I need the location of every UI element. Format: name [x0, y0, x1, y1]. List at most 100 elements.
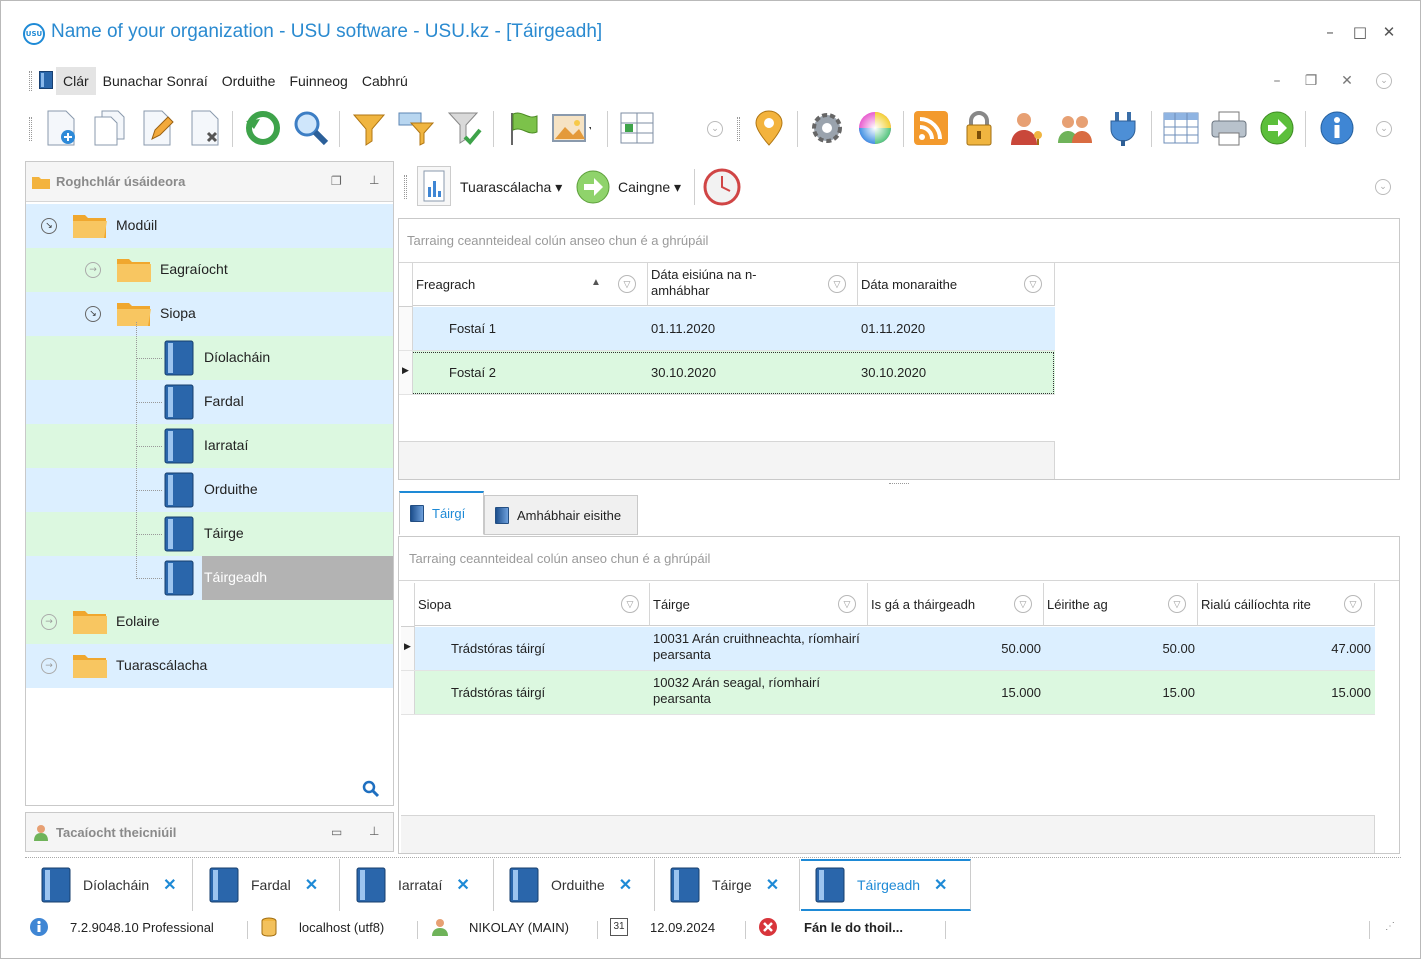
mdi-close-button[interactable]: ✕ [1337, 71, 1357, 91]
tree-item-modules[interactable]: ↘ Modúil [26, 204, 393, 248]
tree-item-directory[interactable]: → Eolaire [26, 600, 393, 644]
tree-item-shop[interactable]: ↘ Siopa [26, 292, 393, 336]
panel-restore-icon[interactable]: ▭ [331, 825, 342, 839]
close-tab-icon[interactable]: ✕ [766, 875, 779, 895]
tree-item-reports[interactable]: → Tuarascálacha [26, 644, 393, 688]
expand-icon[interactable]: → [85, 262, 101, 278]
filter-icon[interactable]: ▽ [828, 275, 846, 293]
filter-icon[interactable]: ▽ [618, 275, 636, 293]
location-button[interactable] [749, 107, 789, 149]
panel-restore-icon[interactable]: ❐ [331, 174, 342, 188]
mdi-restore-button[interactable]: ❐ [1301, 71, 1321, 91]
user-button[interactable] [1007, 107, 1047, 149]
table-row-selected[interactable]: ▶ Fostaí 2 30.10.2020 30.10.2020 [399, 351, 1055, 395]
lock-button[interactable] [959, 107, 999, 149]
color-button[interactable] [855, 107, 895, 149]
close-tab-icon[interactable]: ✕ [456, 875, 469, 895]
expand-icon[interactable]: → [41, 658, 57, 674]
splitter-handle[interactable] [889, 483, 909, 486]
table-row[interactable]: Fostaí 1 01.11.2020 01.11.2020 [399, 307, 1055, 351]
toolbar-expand-icon[interactable]: ⌄ [707, 121, 723, 137]
menu-database[interactable]: Bunachar Sonraí [96, 67, 215, 95]
menu-help[interactable]: Cabhrú [355, 67, 415, 95]
column-header-responsible[interactable]: Freagrach ▲ ▽ [413, 263, 648, 306]
filter-icon[interactable]: ▽ [621, 595, 639, 613]
column-header-issue-date[interactable]: Dáta eisiúna na n-amhábhar ▽ [648, 263, 858, 306]
menu-program[interactable]: Clár [56, 67, 96, 95]
tree-item-organization[interactable]: → Eagraíocht [26, 248, 393, 292]
close-tab-icon[interactable]: ✕ [163, 875, 176, 895]
panel-pin-icon[interactable]: ⊥ [369, 173, 379, 187]
column-header-qc-passed[interactable]: Rialú cáilíochta rite ▽ [1198, 583, 1375, 626]
mdi-minimize-button[interactable]: – [1267, 71, 1287, 91]
plugin-button[interactable] [1103, 107, 1143, 149]
add-record-button[interactable] [41, 107, 81, 149]
image-dropdown-button[interactable] [551, 107, 591, 149]
filter-icon[interactable]: ▽ [1024, 275, 1042, 293]
column-header-product[interactable]: Táirge ▽ [650, 583, 868, 626]
expand-icon[interactable]: → [41, 614, 57, 630]
close-tab-icon[interactable]: ✕ [934, 875, 947, 895]
column-header-produced-by[interactable]: Léirithe ag ▽ [1044, 583, 1198, 626]
mark-flag-button[interactable] [503, 107, 543, 149]
toolbar-expand-icon-2[interactable]: ⌄ [1376, 121, 1392, 137]
refresh-button[interactable] [243, 107, 283, 149]
info-button[interactable] [1317, 107, 1357, 149]
doc-tab-requests[interactable]: Iarrataí ✕ [342, 859, 494, 911]
tree-item-sales[interactable]: Díolacháin [26, 336, 393, 380]
filter-icon[interactable]: ▽ [1014, 595, 1032, 613]
reports-button-icon-frame[interactable] [417, 166, 451, 206]
print-button[interactable] [1209, 107, 1249, 149]
search-button[interactable] [291, 107, 331, 149]
actions-dropdown[interactable]: Caingne ▾ [618, 179, 681, 196]
tree-item-orders[interactable]: Orduithe [26, 468, 393, 512]
tree-item-inventory[interactable]: Fardal [26, 380, 393, 424]
close-tab-icon[interactable]: ✕ [305, 875, 318, 895]
copy-record-button[interactable] [89, 107, 129, 149]
close-window-button[interactable]: ✕ [1380, 23, 1398, 41]
doc-toolbar-expand-icon[interactable]: ⌄ [1375, 179, 1391, 195]
clock-icon[interactable] [703, 168, 741, 206]
filter-by-selection-button[interactable] [397, 107, 437, 149]
filter-icon[interactable]: ▽ [1168, 595, 1186, 613]
tree-item-product[interactable]: Táirge [26, 512, 393, 556]
minimize-window-button[interactable]: – [1321, 23, 1339, 41]
doc-tab-inventory[interactable]: Fardal ✕ [195, 859, 340, 911]
doc-tab-product[interactable]: Táirge ✕ [656, 859, 800, 911]
users-button[interactable] [1055, 107, 1095, 149]
doc-tab-production[interactable]: Táirgeadh ✕ [801, 859, 971, 911]
delete-record-button[interactable] [185, 107, 225, 149]
filter-icon[interactable]: ▽ [838, 595, 856, 613]
resize-grip-icon[interactable]: ⋰ [1385, 921, 1395, 932]
menu-window[interactable]: Fuinneog [282, 67, 354, 95]
menu-commands[interactable]: Orduithe [215, 67, 283, 95]
tree-item-requests[interactable]: Iarrataí [26, 424, 393, 468]
rss-button[interactable] [911, 107, 951, 149]
table-view-button[interactable] [1161, 107, 1201, 149]
edit-record-button[interactable] [137, 107, 177, 149]
doc-tab-orders[interactable]: Orduithe ✕ [495, 859, 655, 911]
table-row[interactable]: Trádstóras táirgí 10032 Arán seagal, río… [401, 671, 1375, 715]
table-row[interactable]: ▶ Trádstóras táirgí 10031 Arán cruithnea… [401, 627, 1375, 671]
clear-filter-button[interactable] [445, 107, 485, 149]
next-button[interactable] [1257, 107, 1297, 149]
menu-expand-icon[interactable]: ⌄ [1376, 73, 1392, 89]
reports-dropdown[interactable]: Tuarascálacha ▾ [460, 179, 562, 196]
panel-pin-icon[interactable]: ⊥ [369, 824, 379, 838]
actions-arrow-icon[interactable] [575, 169, 611, 205]
filter-button[interactable] [349, 107, 389, 149]
doc-tab-sales[interactable]: Díolacháin ✕ [27, 859, 193, 911]
column-header-required[interactable]: Is gá a tháirgeadh ▽ [868, 583, 1044, 626]
filter-icon[interactable]: ▽ [1344, 595, 1362, 613]
search-icon[interactable] [362, 780, 380, 798]
collapse-icon[interactable]: ↘ [41, 218, 57, 234]
maximize-window-button[interactable]: □ [1351, 23, 1369, 41]
settings-button[interactable] [807, 107, 847, 149]
close-tab-icon[interactable]: ✕ [619, 875, 632, 895]
tab-products[interactable]: Táirgí [399, 491, 484, 535]
tab-issued-materials[interactable]: Amhábhair eisithe [484, 495, 638, 535]
tree-item-production[interactable]: Táirgeadh [26, 556, 393, 600]
collapse-icon[interactable]: ↘ [85, 306, 101, 322]
add-column-button[interactable] [617, 107, 657, 149]
column-header-manufacture-date[interactable]: Dáta monaraithe ▽ [858, 263, 1055, 306]
